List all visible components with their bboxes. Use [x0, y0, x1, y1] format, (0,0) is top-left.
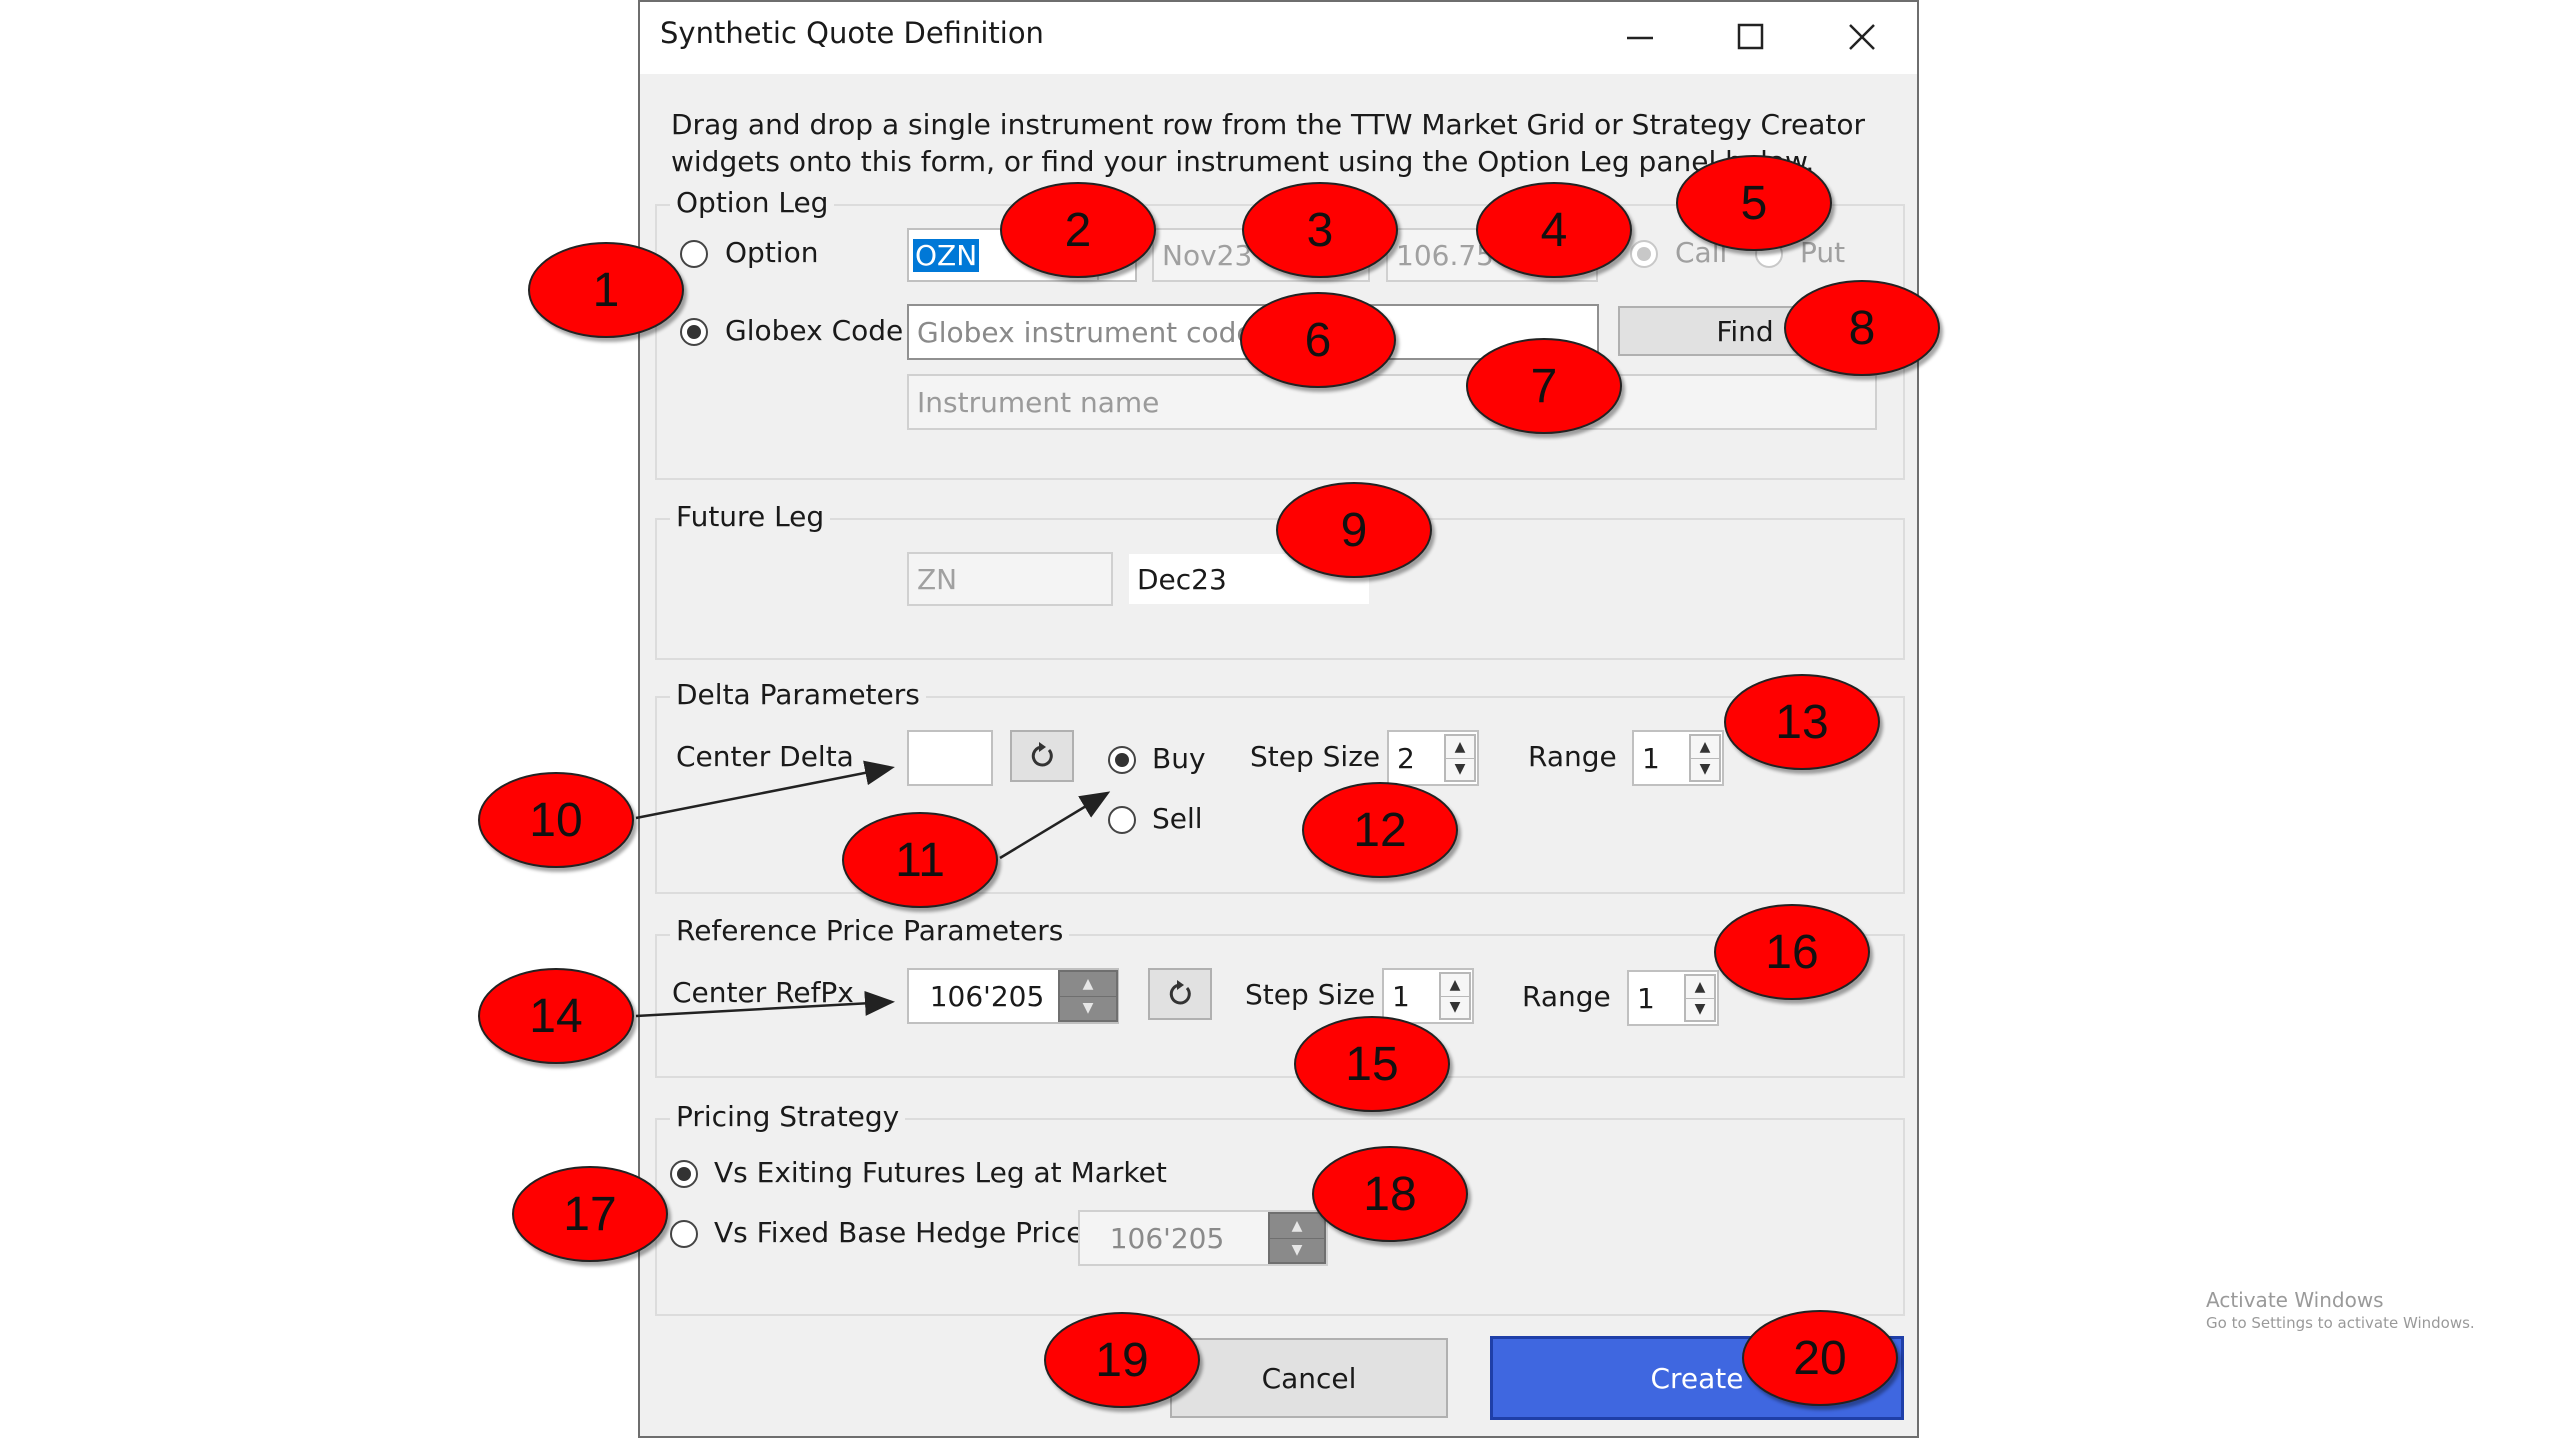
callout-13: 13: [1724, 674, 1880, 770]
callout-3: 3: [1242, 182, 1398, 278]
callout-18: 18: [1312, 1146, 1468, 1242]
callout-20: 20: [1742, 1310, 1898, 1406]
activate-windows-title: Activate Windows: [2206, 1288, 2384, 1312]
callout-14: 14: [478, 968, 634, 1064]
callout-7: 7: [1466, 338, 1622, 434]
callout-1: 1: [528, 242, 684, 338]
callout-19: 19: [1044, 1312, 1200, 1408]
callout-16: 16: [1714, 904, 1870, 1000]
callout-10: 10: [478, 772, 634, 868]
callout-17: 17: [512, 1166, 668, 1262]
callout-4: 4: [1476, 182, 1632, 278]
callout-2: 2: [1000, 182, 1156, 278]
activate-windows-subtitle: Go to Settings to activate Windows.: [2206, 1314, 2475, 1332]
callout-15: 15: [1294, 1016, 1450, 1112]
callout-8: 8: [1784, 280, 1940, 376]
callout-11: 11: [842, 812, 998, 908]
callout-12: 12: [1302, 782, 1458, 878]
callout-6: 6: [1240, 292, 1396, 388]
callout-9: 9: [1276, 482, 1432, 578]
callout-5: 5: [1676, 155, 1832, 251]
